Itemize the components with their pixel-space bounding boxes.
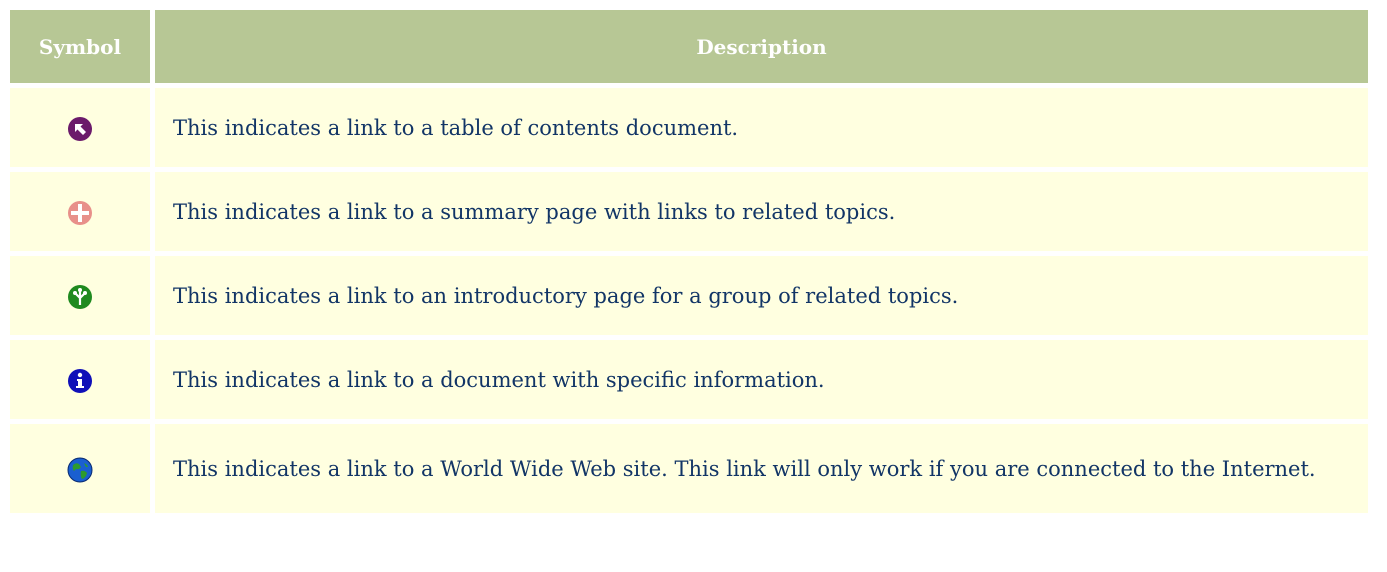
legend-row-info: This indicates a link to a document with…	[10, 340, 1368, 419]
symbol-cell	[10, 88, 150, 167]
symbol-cell	[10, 172, 150, 251]
legend-row-toc: This indicates a link to a table of cont…	[10, 88, 1368, 167]
description-cell: This indicates a link to a table of cont…	[155, 88, 1368, 167]
symbol-cell	[10, 424, 150, 513]
symbol-cell	[10, 256, 150, 335]
symbol-legend-table: Symbol Description This indicates a link…	[5, 5, 1373, 518]
description-cell: This indicates a link to a document with…	[155, 340, 1368, 419]
description-cell: This indicates a link to an introductory…	[155, 256, 1368, 335]
toc-arrow-icon	[67, 116, 93, 142]
globe-icon	[67, 457, 93, 483]
description-column-header: Description	[155, 10, 1368, 83]
summary-cross-icon	[67, 200, 93, 226]
legend-row-summary: This indicates a link to a summary page …	[10, 172, 1368, 251]
symbol-column-header: Symbol	[10, 10, 150, 83]
info-icon	[67, 368, 93, 394]
legend-row-intro: This indicates a link to an introductory…	[10, 256, 1368, 335]
legend-row-web: This indicates a link to a World Wide We…	[10, 424, 1368, 513]
intro-tree-icon	[67, 284, 93, 310]
description-cell: This indicates a link to a World Wide We…	[155, 424, 1368, 513]
symbol-cell	[10, 340, 150, 419]
header-row: Symbol Description	[10, 10, 1368, 83]
description-cell: This indicates a link to a summary page …	[155, 172, 1368, 251]
